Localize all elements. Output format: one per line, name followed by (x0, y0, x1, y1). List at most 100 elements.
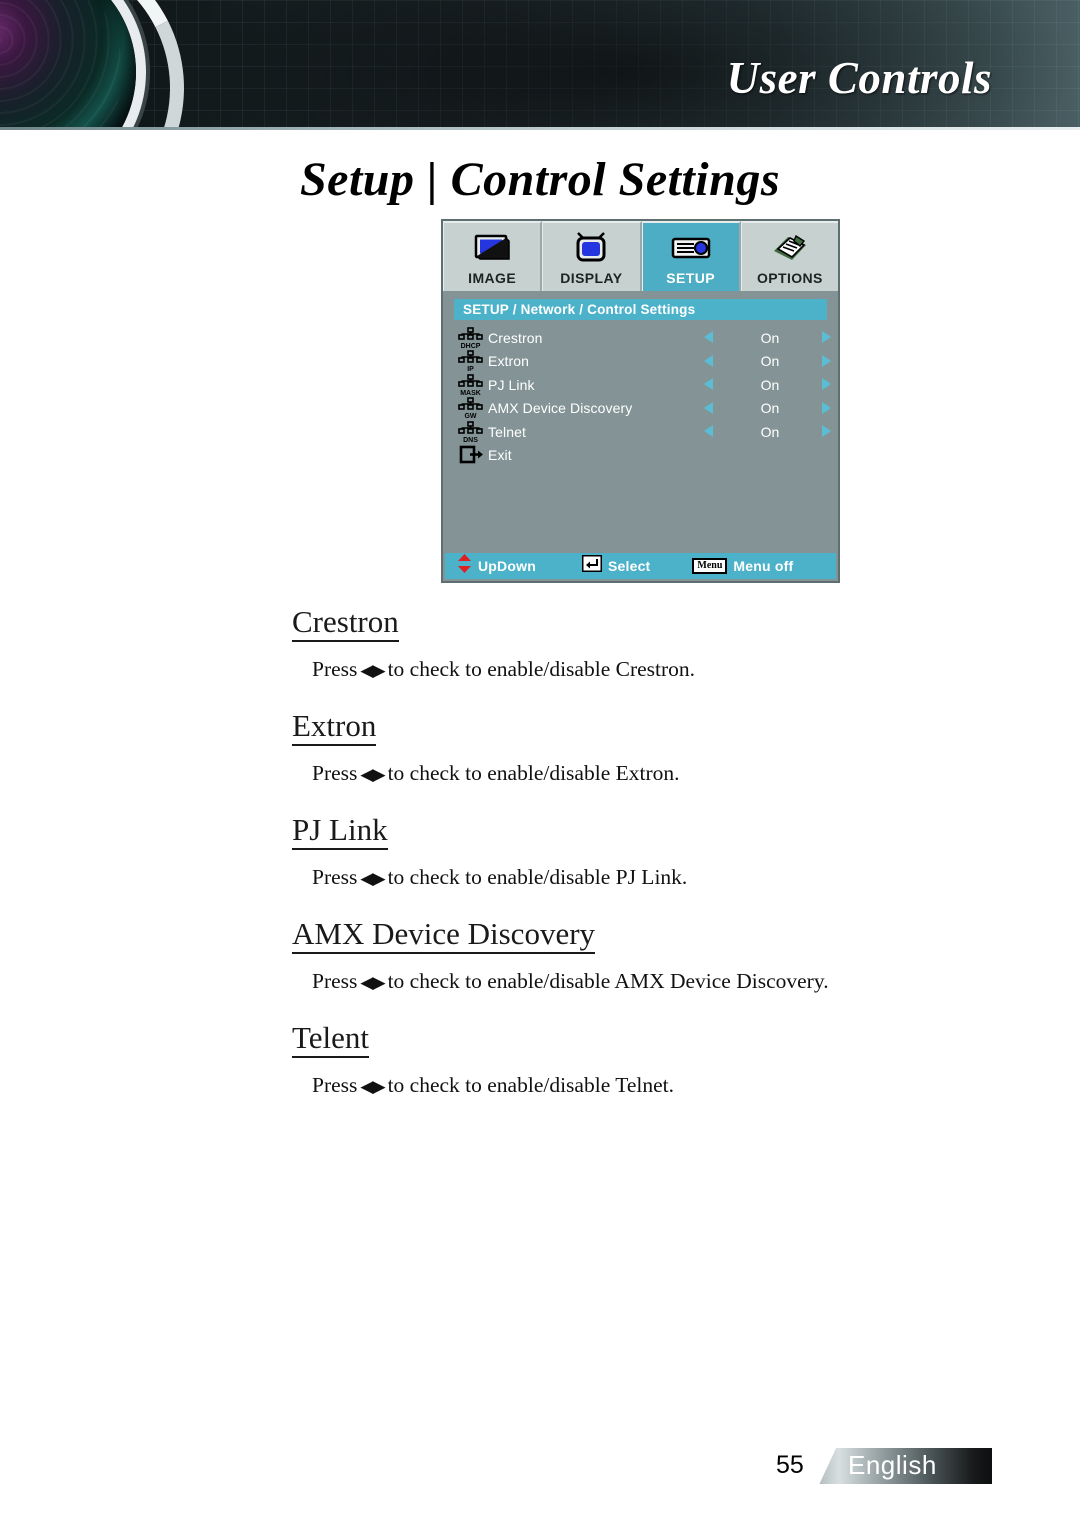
section-body: Press ◀▶ to check to enable/disable Telnet… (312, 1073, 992, 1098)
instruction-text: to check to enable/disable Extron. (387, 761, 680, 786)
section-heading: Crestron (292, 604, 399, 643)
tab-setup[interactable]: SETUP (641, 221, 741, 291)
monitor-icon (473, 228, 511, 268)
network-node-icon: DNS (454, 420, 488, 443)
left-right-arrows-icon: ◀▶ (360, 973, 385, 993)
increase-arrow-icon[interactable] (822, 425, 831, 437)
osd-row-label: Exit (488, 447, 512, 464)
tab-image[interactable]: IMAGE (443, 221, 543, 291)
instruction-text: to check to enable/disable Crestron. (387, 657, 696, 682)
osd-row-value: On (760, 376, 780, 393)
osd-row-label: Crestron (488, 329, 543, 346)
svg-text:MASK: MASK (460, 390, 481, 396)
tab-display-label: DISPLAY (560, 270, 623, 286)
tab-display[interactable]: DISPLAY (542, 221, 642, 291)
section-body: Press ◀▶ to check to enable/disable PJ Lin… (312, 865, 992, 890)
section-body: Press ◀▶ to check to enable/disable Extron… (312, 761, 992, 786)
section-pj-link: PJ Link Press ◀▶ to check to enable/disabl… (292, 813, 992, 890)
osd-row-label: Telnet (488, 423, 526, 440)
menu-key-icon: Menu (692, 558, 728, 574)
header-title: User Controls (726, 53, 992, 103)
header-bottom-rule (0, 127, 1080, 130)
page-title: Setup | Control Settings (299, 153, 781, 206)
osd-row-label: Extron (488, 353, 530, 370)
section-heading: AMX Device Discovery (292, 917, 596, 955)
osd-row-value: On (760, 400, 780, 417)
section-amx-device-discovery: AMX Device Discovery Press ◀▶ to check to … (292, 917, 992, 994)
tv-icon (572, 228, 610, 268)
osd-row-pj-link[interactable]: MASK PJ Link On (454, 373, 831, 397)
status-updown: UpDown (457, 554, 536, 578)
osd-row-extron[interactable]: IP Extron On (454, 350, 831, 374)
section-heading: Telent (292, 1021, 370, 1059)
instruction-text: to check to enable/disable Telnet. (387, 1073, 675, 1098)
section-body: Press ◀▶ to check to enable/disable AMX De… (312, 969, 992, 994)
decrease-arrow-icon[interactable] (704, 401, 713, 414)
status-updown-label: UpDown (478, 558, 536, 574)
section-crestron: Crestron Press ◀▶ to check to enable/disab… (292, 604, 992, 682)
left-right-arrows-icon: ◀▶ (360, 869, 385, 889)
osd-menu-panel: IMAGE DISPLAY SETUP OPTIONS SETUP / Netw… (441, 219, 840, 583)
osd-status-bar: UpDown Select Menu Menu off (445, 553, 836, 579)
up-down-arrow-icon (457, 554, 472, 578)
osd-row-telnet[interactable]: DNS Telnet On (454, 420, 831, 444)
decrease-arrow-icon[interactable] (704, 378, 713, 390)
svg-text:DNS: DNS (463, 437, 478, 443)
network-node-icon: GW (454, 397, 488, 419)
network-node-icon: MASK (454, 373, 488, 396)
footer-language-label: English (848, 1450, 937, 1480)
osd-row-amx-device-discovery[interactable]: GW AMX Device Discovery On (454, 397, 831, 421)
section-heading: PJ Link (292, 813, 388, 851)
camera-lens-icon (0, 0, 136, 130)
svg-text:IP: IP (467, 366, 474, 372)
press-label: Press (312, 865, 358, 890)
instruction-text: to check to enable/disable AMX Device Di… (387, 969, 829, 994)
status-select: Select (581, 554, 651, 577)
press-label: Press (312, 657, 358, 682)
page-number: 55 (776, 1451, 804, 1479)
osd-row-crestron[interactable]: DHCP Crestron On (454, 326, 831, 350)
osd-row-value: On (760, 423, 780, 440)
press-label: Press (312, 1073, 358, 1098)
press-label: Press (312, 969, 358, 994)
osd-settings-list: DHCP Crestron On IP Extron On MASK PJ Li… (454, 326, 831, 467)
page-header-banner: User Controls (0, 0, 1080, 130)
projector-icon (670, 228, 712, 268)
increase-arrow-icon[interactable] (822, 378, 831, 390)
osd-row-label: PJ Link (488, 376, 535, 393)
notepad-pencil-icon (770, 228, 810, 268)
enter-key-icon (581, 554, 603, 577)
instruction-text: to check to enable/disable PJ Link. (387, 865, 688, 890)
section-telent: Telent Press ◀▶ to check to enable/disable… (292, 1021, 992, 1098)
osd-row-value: On (760, 353, 780, 370)
osd-tab-bar: IMAGE DISPLAY SETUP OPTIONS (443, 221, 838, 291)
increase-arrow-icon[interactable] (822, 331, 831, 343)
svg-text:GW: GW (464, 413, 476, 419)
document-body: Crestron Press ◀▶ to check to enable/disab… (292, 604, 992, 1125)
network-node-icon: DHCP (454, 326, 488, 349)
page-footer: 55 English (776, 1448, 992, 1484)
left-right-arrows-icon: ◀▶ (360, 765, 385, 785)
status-select-label: Select (607, 558, 651, 574)
press-label: Press (312, 761, 358, 786)
svg-text:DHCP: DHCP (461, 343, 481, 349)
osd-row-label: AMX Device Discovery (488, 400, 633, 417)
section-extron: Extron Press ◀▶ to check to enable/disable… (292, 709, 992, 786)
decrease-arrow-icon[interactable] (704, 331, 713, 343)
section-body: Press ◀▶ to check to enable/disable Crestr… (312, 657, 992, 682)
left-right-arrows-icon: ◀▶ (360, 661, 385, 681)
left-right-arrows-icon: ◀▶ (360, 1077, 385, 1097)
decrease-arrow-icon[interactable] (704, 425, 713, 437)
increase-arrow-icon[interactable] (822, 354, 831, 367)
tab-options[interactable]: OPTIONS (740, 221, 838, 291)
network-node-icon: IP (454, 350, 488, 372)
osd-row-exit[interactable]: Exit (454, 444, 831, 468)
exit-door-icon (454, 445, 488, 465)
tab-options-label: OPTIONS (756, 270, 823, 286)
osd-row-value: On (760, 329, 780, 346)
breadcrumb: SETUP / Network / Control Settings (454, 299, 827, 320)
tab-setup-label: SETUP (666, 270, 715, 286)
decrease-arrow-icon[interactable] (704, 354, 713, 367)
increase-arrow-icon[interactable] (822, 401, 831, 414)
section-heading: Extron (292, 709, 377, 747)
